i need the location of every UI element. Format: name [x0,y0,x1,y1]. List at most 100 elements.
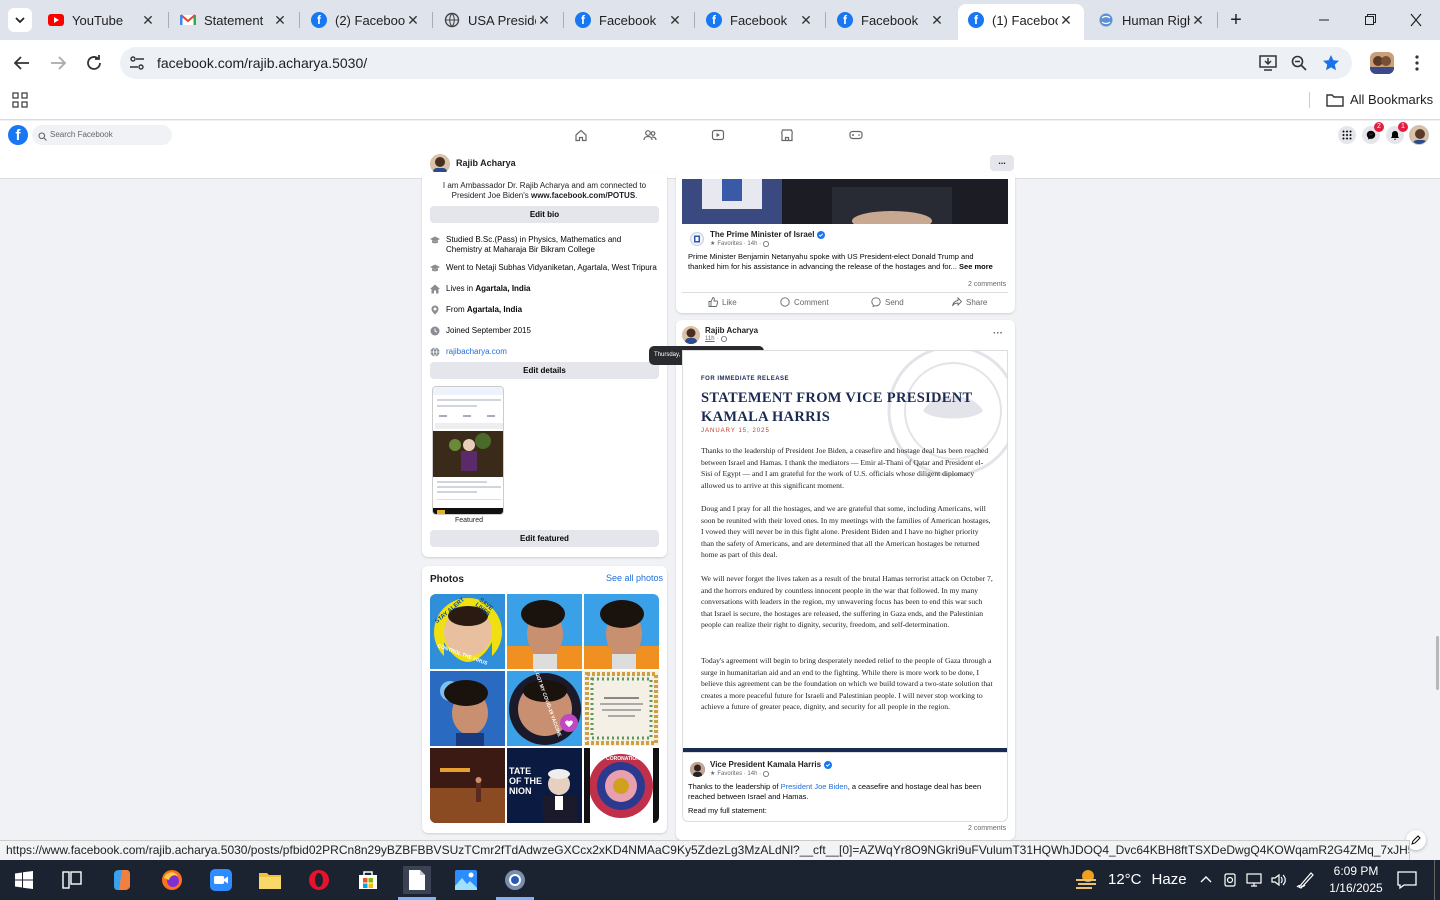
tab-facebook-2[interactable]: f (2) Facebook ✕ [301,6,431,34]
post-1-share-button[interactable]: Share [952,297,987,307]
maximize-button[interactable] [1358,10,1382,30]
start-button[interactable] [10,866,38,894]
edit-featured-button[interactable]: Edit featured [430,530,659,547]
facebook-search-input[interactable]: Search Facebook [32,125,172,145]
chrome-app[interactable] [501,866,529,894]
close-icon[interactable]: ✕ [798,12,814,28]
minimize-button[interactable] [1312,10,1336,30]
site-info-icon[interactable] [128,54,146,72]
close-icon[interactable]: ✕ [929,12,945,28]
intro-website-link[interactable]: rajibacharya.com [446,347,507,356]
file-explorer-app[interactable] [256,866,284,894]
post-1-image[interactable] [682,179,1008,224]
page-scrollbar-thumb[interactable] [1436,636,1439,690]
edit-bio-button[interactable]: Edit bio [430,206,659,223]
close-icon[interactable]: ✕ [1058,12,1074,28]
photo-3[interactable] [584,594,659,669]
photo-5[interactable]: I GOT MY COVID-19 VACCINE [507,671,582,746]
new-tab-button[interactable]: + [1224,8,1248,32]
photo-4[interactable] [430,671,505,746]
post-2-time-text[interactable]: 11h [705,336,715,342]
post-1-see-more[interactable]: See more [959,262,993,271]
gaming-icon[interactable] [849,128,863,142]
tab-usa-president[interactable]: USA President ✕ [434,6,562,34]
tray-app-icon[interactable] [1222,872,1238,888]
clock[interactable]: 6:09 PM 1/16/2025 [1326,863,1386,897]
post-1-send-button[interactable]: Send [871,297,904,307]
notification-center-button[interactable] [1396,870,1418,890]
apps-grid-icon[interactable] [12,92,28,108]
post-2-author-avatar[interactable] [682,326,700,344]
post-1-shared-name[interactable]: The Prime Minister of Israel [710,230,826,239]
tab-facebook-active[interactable]: f (1) Facebook ✕ [958,4,1084,40]
post-2-shared-avatar[interactable] [690,762,705,777]
post-1-like-button[interactable]: Like [708,297,737,307]
show-desktop-button[interactable] [1434,860,1435,900]
intro-from-place[interactable]: Agartala, India [467,305,522,314]
joe-biden-link[interactable]: President Joe Biden [781,782,848,791]
home-icon[interactable] [574,128,588,142]
reload-button[interactable] [82,51,106,75]
photo-2[interactable] [507,594,582,669]
post-1-shared-avatar[interactable] [690,232,704,246]
all-bookmarks-button[interactable]: All Bookmarks [1326,92,1433,107]
profile-avatar[interactable] [1370,52,1394,74]
watch-icon[interactable] [711,128,725,142]
copilot-app[interactable] [108,866,136,894]
profile-name[interactable]: Rajib Acharya [456,158,516,168]
post-2-author[interactable]: Rajib Acharya [705,326,758,335]
tab-youtube[interactable]: YouTube ✕ [38,6,166,34]
intro-bio-link[interactable]: www.facebook.com/POTUS [531,191,635,200]
zoom-icon[interactable] [1290,54,1308,72]
post-1-comment-button[interactable]: Comment [780,297,829,307]
tab-search-button[interactable] [8,8,32,32]
task-view-button[interactable] [58,866,86,894]
volume-icon[interactable] [1270,872,1288,888]
post-1-comments-count[interactable]: 2 comments [968,281,1006,288]
back-button[interactable] [10,51,34,75]
intro-lives-place[interactable]: Agartala, India [475,284,530,293]
account-avatar[interactable] [1409,125,1429,145]
profile-avatar-small[interactable] [430,154,450,174]
tab-facebook-a[interactable]: f Facebook ✕ [565,6,693,34]
photo-8[interactable]: TATE OF THE NION [507,748,582,823]
edit-details-button[interactable]: Edit details [430,362,659,379]
post-2-more-button[interactable]: ··· [993,328,1003,339]
close-icon[interactable]: ✕ [1190,12,1206,28]
forward-button[interactable] [46,51,70,75]
tab-human-rights[interactable]: Human Rights ✕ [1088,6,1216,34]
marketplace-icon[interactable] [780,128,794,142]
photo-1[interactable]: STAY ALERT SAVE LIVES CONTROL THE VIRUS [430,594,505,669]
tab-facebook-b[interactable]: f Facebook ✕ [696,6,824,34]
close-icon[interactable]: ✕ [667,12,683,28]
photo-7[interactable] [430,748,505,823]
close-icon[interactable]: ✕ [272,12,288,28]
close-window-button[interactable] [1404,10,1428,30]
post-2-shared-name[interactable]: Vice President Kamala Harris [710,760,833,769]
see-all-photos-link[interactable]: See all photos [606,573,663,583]
photo-6[interactable] [584,671,659,746]
close-icon[interactable]: ✕ [536,12,552,28]
url-text[interactable]: facebook.com/rajib.acharya.5030/ [157,55,367,71]
tab-facebook-c[interactable]: f Facebook ✕ [827,6,955,34]
notepad-app[interactable] [403,866,431,894]
pen-input-icon[interactable] [1296,871,1316,889]
zoom-app[interactable] [207,866,235,894]
install-app-icon[interactable] [1258,54,1278,72]
close-icon[interactable]: ✕ [405,12,421,28]
firefox-app[interactable] [158,866,186,894]
weather-widget[interactable]: 12°C Haze [1074,868,1187,890]
profile-more-button[interactable]: ... [990,155,1014,171]
opera-app[interactable] [305,866,333,894]
close-icon[interactable]: ✕ [140,12,156,28]
photos-app[interactable] [452,866,480,894]
friends-icon[interactable] [643,128,657,142]
photos-title[interactable]: Photos [430,574,464,585]
store-app[interactable] [354,866,382,894]
statement-image[interactable]: FOR IMMEDIATE RELEASE STATEMENT FROM VIC… [682,350,1008,753]
featured-thumbnail[interactable] [432,386,504,515]
bookmark-star-icon[interactable] [1322,54,1340,72]
browser-menu-icon[interactable] [1410,54,1424,72]
menu-button[interactable] [1338,126,1356,144]
facebook-logo-icon[interactable]: f [8,125,28,145]
